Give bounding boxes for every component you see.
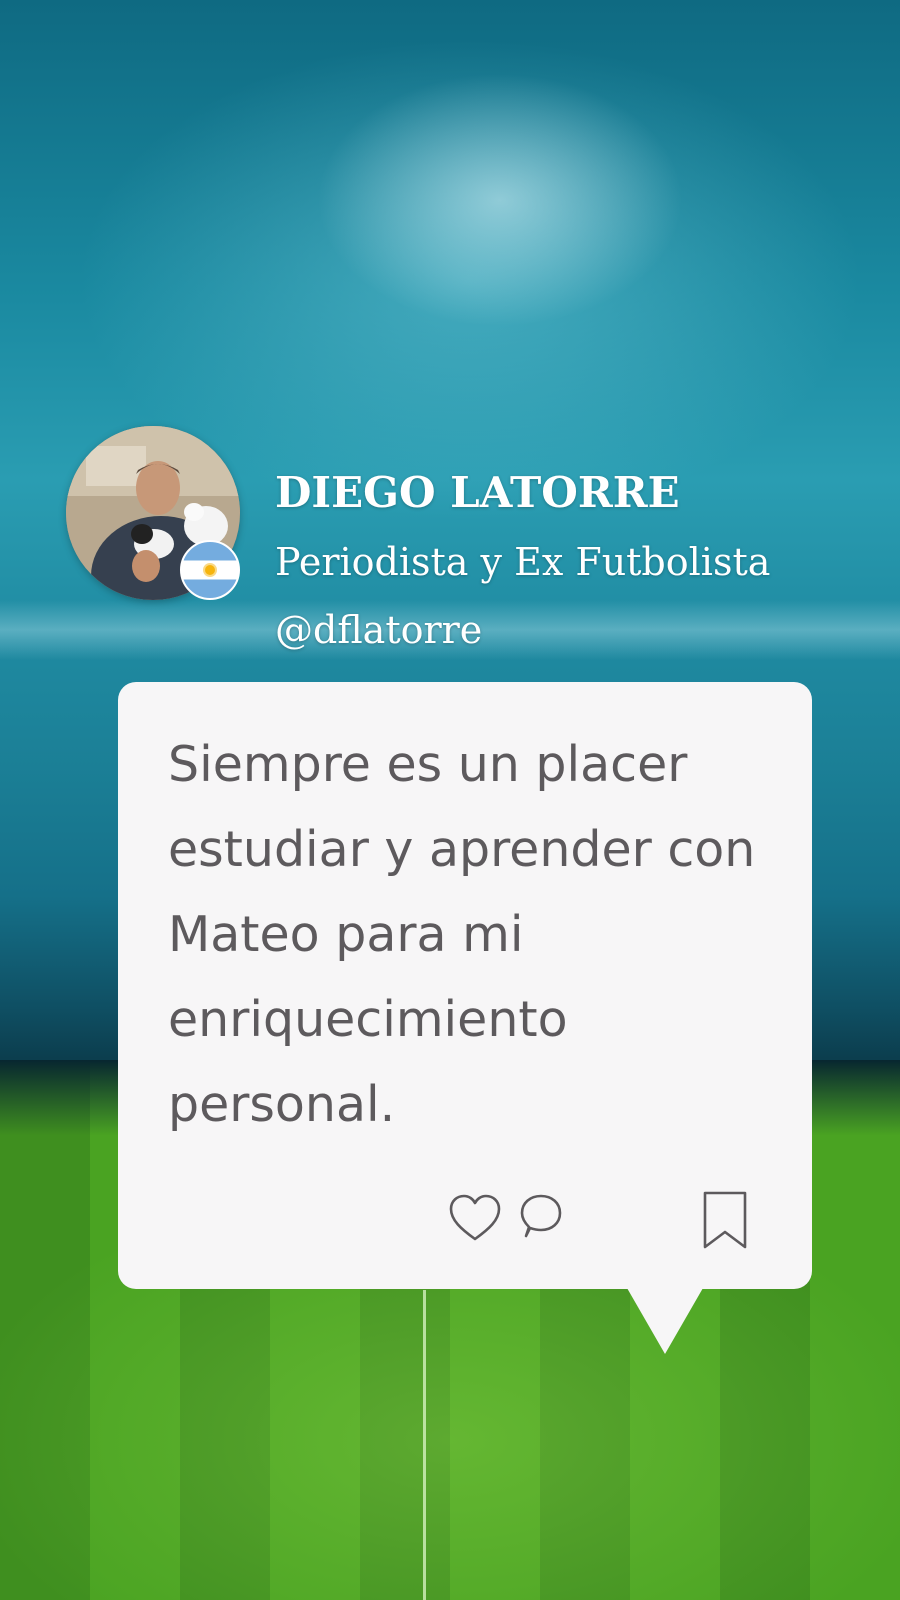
flag-sun bbox=[205, 565, 215, 575]
profile-name: DIEGO LATORRE bbox=[275, 468, 680, 517]
like-button[interactable] bbox=[447, 1192, 503, 1244]
profile-handle[interactable]: @dflatorre bbox=[275, 608, 482, 652]
bookmark-icon bbox=[703, 1191, 747, 1249]
speech-bubble-tail bbox=[627, 1288, 703, 1354]
post-card: Siempre es un placer estudiar y aprender… bbox=[118, 682, 812, 1289]
heart-icon bbox=[449, 1194, 501, 1241]
argentina-flag-icon bbox=[180, 540, 240, 600]
profile-role: Periodista y Ex Futbolista bbox=[275, 540, 771, 584]
comment-button[interactable] bbox=[515, 1191, 567, 1243]
field-center-line bbox=[423, 1290, 426, 1600]
save-button[interactable] bbox=[702, 1190, 748, 1250]
post-quote: Siempre es un placer estudiar y aprender… bbox=[168, 736, 756, 1133]
comment-icon bbox=[520, 1194, 562, 1238]
